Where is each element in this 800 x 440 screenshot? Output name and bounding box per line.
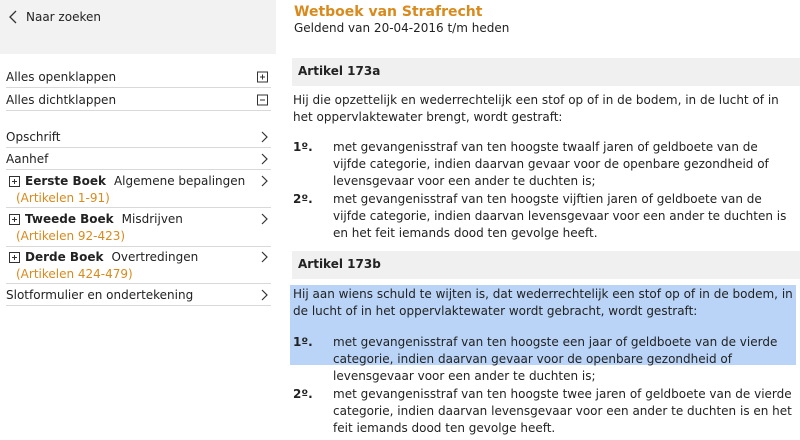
sidebar-item-aanhef[interactable]: Aanhef [6, 148, 271, 170]
article-intro: Hij die opzettelijk en wederrechtelijk e… [293, 93, 779, 124]
expand-all-button[interactable]: Alles openklappen [6, 67, 271, 88]
aanhef-label: Aanhef [6, 151, 49, 166]
sidebar-item-slotformulier[interactable]: Slotformulier en ondertekening [6, 285, 271, 306]
sidebar-header: Naar zoeken [0, 0, 276, 54]
expand-all-label: Alles openklappen [6, 70, 117, 84]
book-name: Tweede Boek [25, 212, 114, 226]
sidebar-item-eerste-boek[interactable]: Eerste Boek Algemene bepalingen (Artikel… [6, 172, 271, 208]
chevron-right-icon [261, 213, 268, 225]
article-item: 1º. met gevangenisstraf van ten hoogste … [293, 139, 793, 190]
expand-plus-icon[interactable] [9, 251, 20, 263]
item-number: 1º. [293, 140, 313, 154]
book-articles-range: (Artikelen 1-91) [16, 191, 110, 205]
book-subtitle: Algemene bepalingen [113, 174, 246, 188]
opschrift-label: Opschrift [6, 129, 61, 144]
item-text: met gevangenisstraf van ten hoogste vijf… [333, 192, 787, 240]
law-title: Wetboek van Strafrecht [294, 4, 483, 20]
book-articles-range: (Artikelen 424-479) [16, 267, 133, 281]
article-item: 2º. met gevangenisstraf van ten hoogste … [293, 191, 793, 242]
sidebar-item-derde-boek[interactable]: Derde Boek Overtredingen (Artikelen 424-… [6, 248, 271, 284]
expand-plus-icon[interactable] [9, 175, 20, 187]
article-heading: Artikel 173b [292, 251, 800, 279]
sidebar: Naar zoeken Alles openklappen Alles dich… [0, 0, 276, 440]
item-number: 1º. [293, 335, 313, 349]
item-text: met gevangenisstraf van ten hoogste twaa… [333, 140, 769, 188]
chevron-right-icon [261, 251, 268, 263]
article-heading: Artikel 173a [292, 58, 800, 86]
collapse-all-button[interactable]: Alles dichtklappen [6, 89, 271, 111]
item-number: 2º. [293, 387, 313, 401]
back-label: Naar zoeken [26, 10, 101, 24]
law-validity: Geldend van 20-04-2016 t/m heden [294, 21, 510, 35]
slotformulier-label: Slotformulier en ondertekening [6, 288, 194, 302]
book-subtitle: Misdrijven [121, 212, 183, 226]
article-item: 1º. met gevangenisstraf van ten hoogste … [293, 334, 793, 385]
law-content: Wetboek van Strafrecht Geldend van 20-04… [282, 0, 800, 440]
sidebar-item-tweede-boek[interactable]: Tweede Boek Misdrijven (Artikelen 92-423… [6, 210, 271, 247]
book-name: Eerste Boek [25, 174, 106, 188]
chevron-right-icon [261, 175, 268, 187]
chevron-right-icon [261, 131, 268, 142]
book-articles-range: (Artikelen 92-423) [16, 229, 126, 243]
expand-plus-icon[interactable] [9, 213, 20, 225]
chevron-left-icon [9, 10, 17, 24]
book-name: Derde Boek [25, 250, 104, 264]
back-to-search-link[interactable]: Naar zoeken [8, 10, 101, 24]
chevron-right-icon [261, 153, 268, 164]
item-number: 2º. [293, 192, 313, 206]
plus-box-icon [257, 71, 268, 83]
sidebar-item-opschrift[interactable]: Opschrift [6, 126, 271, 148]
minus-box-icon [257, 94, 268, 105]
collapse-all-label: Alles dichtklappen [6, 92, 117, 107]
item-text: met gevangenisstraf van ten hoogste twee… [333, 387, 792, 435]
article-intro: Hij aan wiens schuld te wijten is, dat w… [293, 287, 793, 318]
chevron-right-icon [261, 289, 268, 301]
article-item: 2º. met gevangenisstraf van ten hoogste … [293, 386, 793, 437]
book-subtitle: Overtredingen [111, 250, 199, 264]
item-text: met gevangenisstraf van ten hoogste een … [333, 335, 778, 383]
